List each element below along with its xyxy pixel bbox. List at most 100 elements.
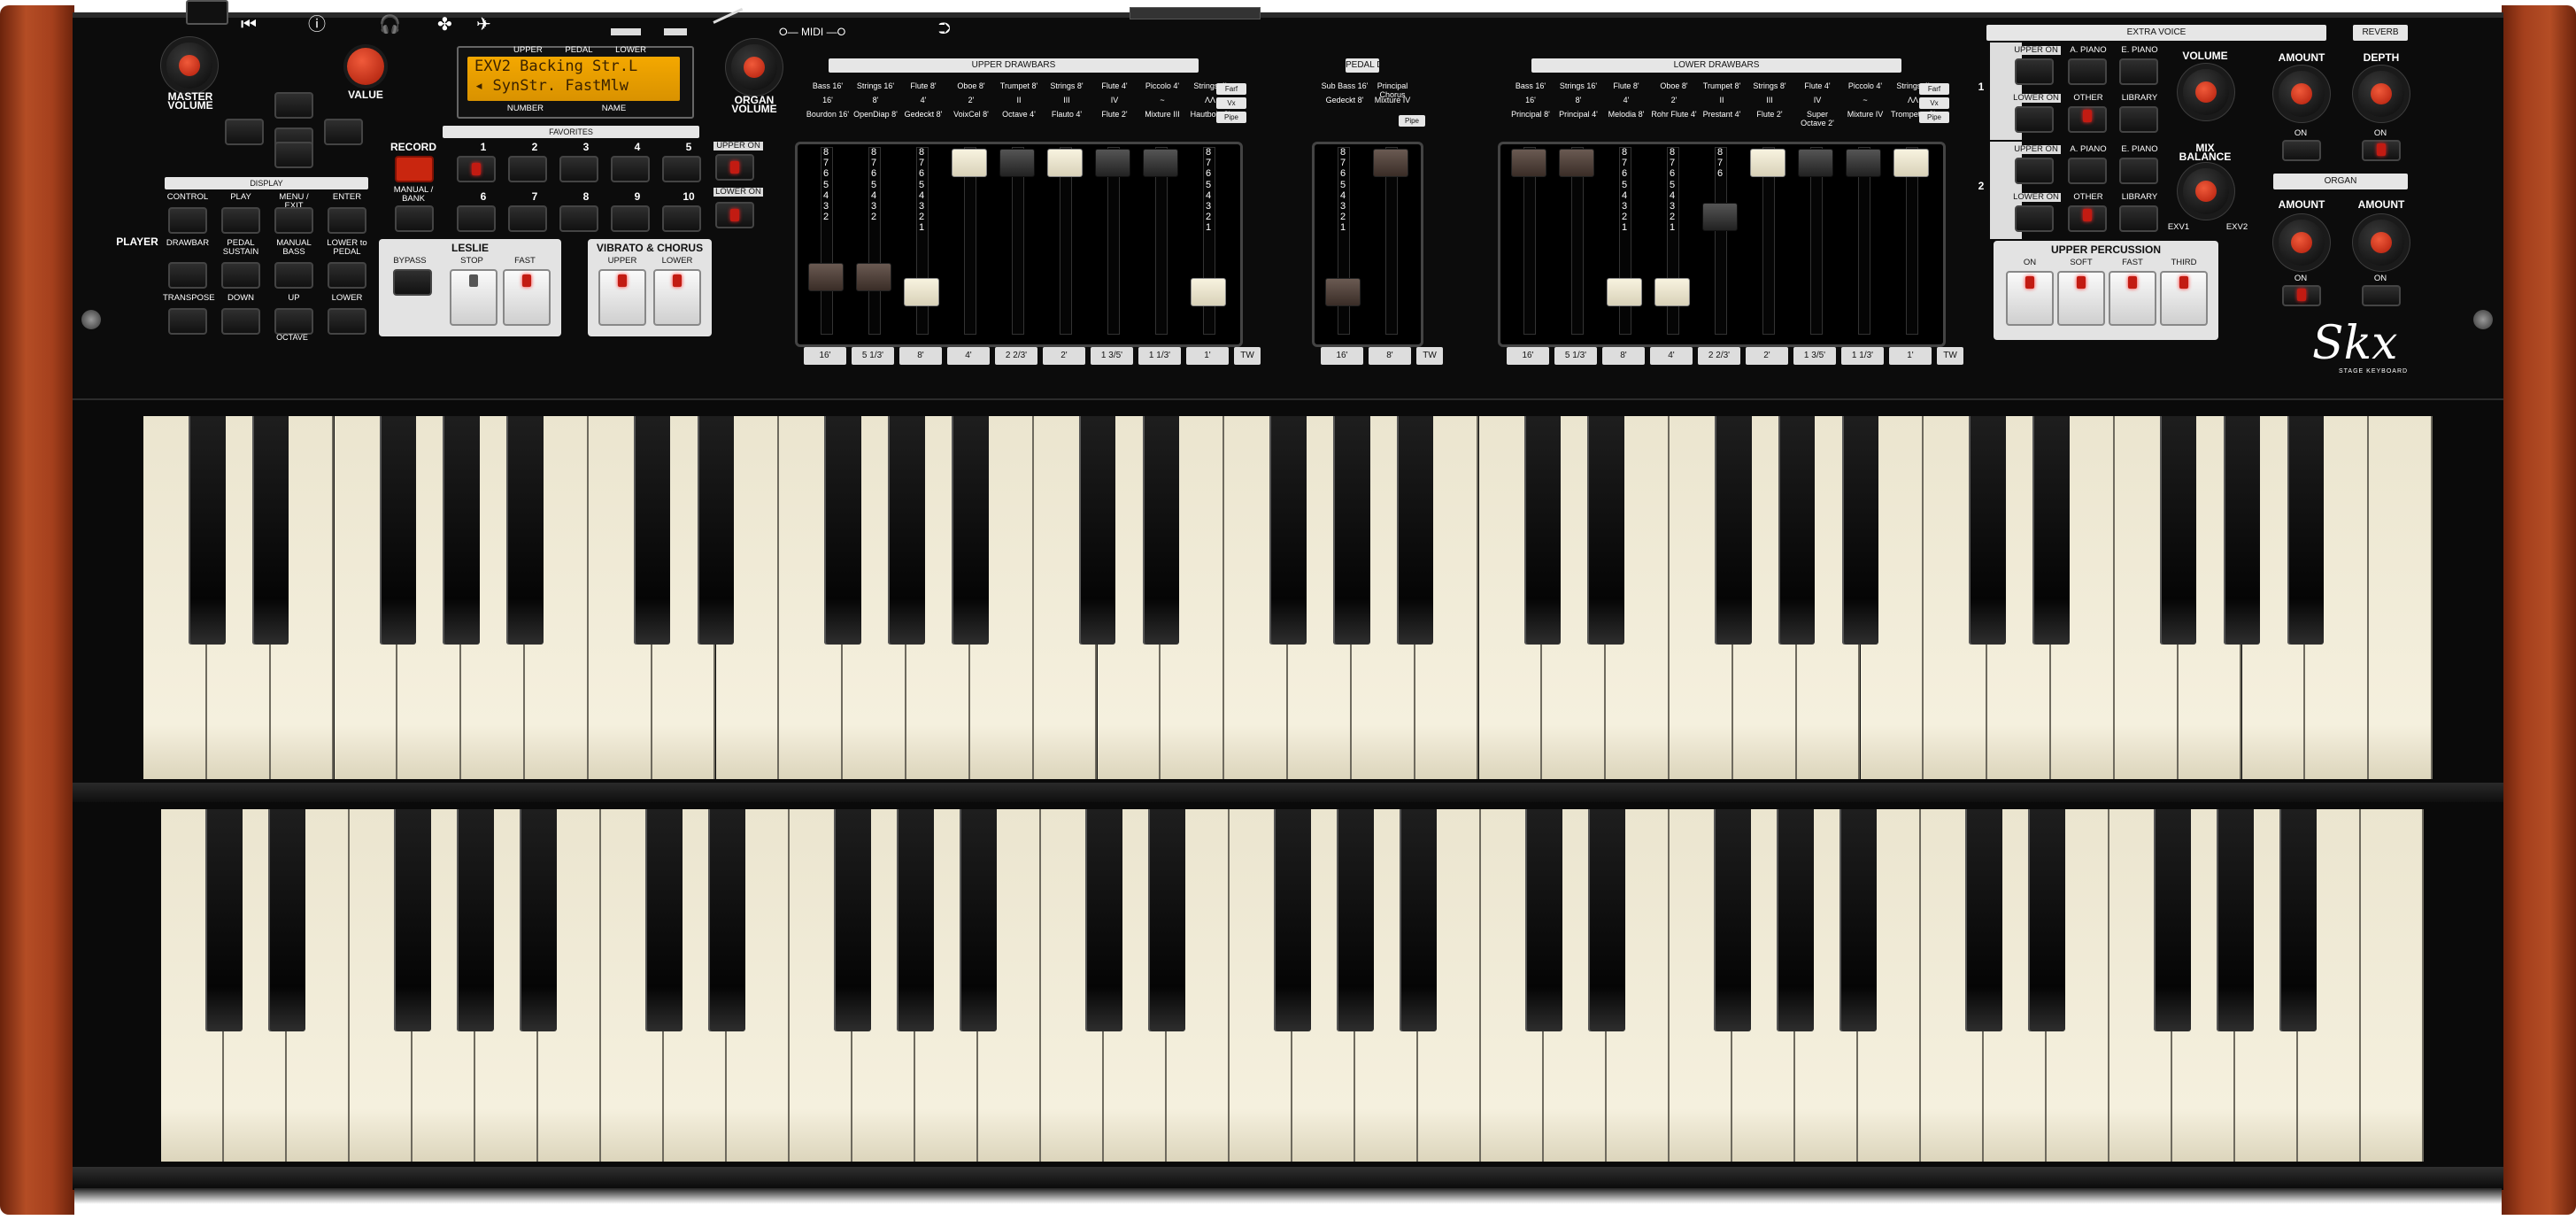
player-0-0-button[interactable] bbox=[168, 207, 207, 234]
player-2-0-button[interactable] bbox=[168, 308, 207, 335]
lower-manual-black-key[interactable] bbox=[520, 809, 557, 1031]
upper-manual-black-key[interactable] bbox=[952, 416, 989, 645]
reverb-depth-knob[interactable] bbox=[2358, 71, 2404, 117]
nav-down-button[interactable] bbox=[274, 142, 313, 168]
upper-drawbars-drawbar-8[interactable] bbox=[1191, 278, 1226, 306]
upper-manual-black-key[interactable] bbox=[697, 416, 735, 645]
lower-manual-black-key[interactable] bbox=[2279, 809, 2317, 1031]
lower-manual-black-key[interactable] bbox=[1839, 809, 1877, 1031]
upper-manual-black-key[interactable] bbox=[633, 416, 671, 645]
player-1-3-button[interactable] bbox=[328, 262, 366, 289]
lower-drawbars-drawbar-1[interactable] bbox=[1559, 149, 1594, 177]
lower-manual-black-key[interactable] bbox=[1714, 809, 1751, 1031]
favorite-6-button[interactable] bbox=[457, 205, 496, 232]
master-volume-knob[interactable] bbox=[166, 42, 212, 89]
player-0-3-button[interactable] bbox=[328, 207, 366, 234]
ev-row-1-upper-on-button[interactable] bbox=[2015, 58, 2054, 85]
lower-drawbars-drawbar-7[interactable] bbox=[1846, 149, 1881, 177]
ev-volume-knob[interactable] bbox=[2183, 69, 2229, 115]
lower-manual-black-key[interactable] bbox=[457, 809, 494, 1031]
lower-drawbars-drawbar-6[interactable] bbox=[1798, 149, 1833, 177]
upper-manual-black-key[interactable] bbox=[1587, 416, 1624, 645]
upper-drawbars-drawbar-4[interactable] bbox=[999, 149, 1035, 177]
upper-manual-black-key[interactable] bbox=[1715, 416, 1752, 645]
lower-manual-black-key[interactable] bbox=[1588, 809, 1625, 1031]
upper-manual-black-key[interactable] bbox=[1078, 416, 1116, 645]
favorite-10-button[interactable] bbox=[662, 205, 701, 232]
lower-manual-black-key[interactable] bbox=[1337, 809, 1374, 1031]
player-1-1-button[interactable] bbox=[221, 262, 260, 289]
lower-manual-black-key[interactable] bbox=[2217, 809, 2254, 1031]
upper-manual-black-key[interactable] bbox=[1269, 416, 1307, 645]
upper-drawbars-drawbar-6[interactable] bbox=[1095, 149, 1130, 177]
reverb-on-button[interactable] bbox=[2282, 140, 2321, 161]
upper-manual-black-key[interactable] bbox=[506, 416, 544, 645]
organ-on2-button[interactable] bbox=[2362, 285, 2401, 306]
lower-manual-black-key[interactable] bbox=[268, 809, 305, 1031]
upper-drawbars-drawbar-7[interactable] bbox=[1143, 149, 1178, 177]
lower-drawbars-drawbar-5[interactable] bbox=[1750, 149, 1785, 177]
lower-manual-black-key[interactable] bbox=[708, 809, 745, 1031]
favorite-4-button[interactable] bbox=[611, 156, 650, 182]
ev-row-2-upper-on-button[interactable] bbox=[2015, 158, 2054, 184]
upper-manual-black-key[interactable] bbox=[251, 416, 289, 645]
upper-manual-black-key[interactable] bbox=[2032, 416, 2070, 645]
upper-manual-black-key[interactable] bbox=[824, 416, 861, 645]
lower-manual-white-key[interactable] bbox=[2361, 809, 2424, 1162]
player-1-2-button[interactable] bbox=[274, 262, 313, 289]
upper-manual-black-key[interactable] bbox=[189, 416, 226, 645]
favorite-3-button[interactable] bbox=[559, 156, 598, 182]
lower-manual-black-key[interactable] bbox=[1085, 809, 1122, 1031]
upper-drawbars-drawbar-2[interactable] bbox=[904, 278, 939, 306]
organ-amount1-knob[interactable] bbox=[2279, 220, 2325, 266]
lower-manual-black-key[interactable] bbox=[1777, 809, 1814, 1031]
nav-left-button[interactable] bbox=[225, 119, 264, 145]
leslie-bypass-button[interactable] bbox=[393, 269, 432, 296]
lower-manual-black-key[interactable] bbox=[1525, 809, 1562, 1031]
upper-manual-black-key[interactable] bbox=[1841, 416, 1879, 645]
favorite-9-button[interactable] bbox=[611, 205, 650, 232]
upper-manual-black-key[interactable] bbox=[1778, 416, 1816, 645]
upper-manual-black-key[interactable] bbox=[1333, 416, 1370, 645]
lower-manual-black-key[interactable] bbox=[1965, 809, 2002, 1031]
value-knob[interactable] bbox=[347, 48, 384, 85]
lower-manual-black-key[interactable] bbox=[645, 809, 683, 1031]
player-0-1-button[interactable] bbox=[221, 207, 260, 234]
lower-manual-black-key[interactable] bbox=[960, 809, 997, 1031]
upper-manual-black-key[interactable] bbox=[2223, 416, 2261, 645]
mix-balance-knob[interactable] bbox=[2183, 168, 2229, 214]
pedal-drawbars-drawbar-0[interactable] bbox=[1325, 278, 1361, 306]
player-0-2-button[interactable] bbox=[274, 207, 313, 234]
ev-row-2-btn-1[interactable] bbox=[2119, 158, 2158, 184]
lower-manual-black-key[interactable] bbox=[2154, 809, 2191, 1031]
upper-manual-black-key[interactable] bbox=[379, 416, 417, 645]
upper-manual-black-key[interactable] bbox=[888, 416, 925, 645]
favorite-5-button[interactable] bbox=[662, 156, 701, 182]
upper-manual-black-key[interactable] bbox=[1142, 416, 1180, 645]
lower-manual-black-key[interactable] bbox=[1400, 809, 1437, 1031]
organ-amount2-knob[interactable] bbox=[2358, 220, 2404, 266]
nav-right-button[interactable] bbox=[324, 119, 363, 145]
ev-row-1-btn-3[interactable] bbox=[2119, 106, 2158, 133]
upper-manual-black-key[interactable] bbox=[2287, 416, 2325, 645]
favorite-2-button[interactable] bbox=[508, 156, 547, 182]
ev-row-2-lower-on-button[interactable] bbox=[2015, 205, 2054, 232]
lower-manual-black-key[interactable] bbox=[1274, 809, 1311, 1031]
lower-drawbars-drawbar-8[interactable] bbox=[1893, 149, 1929, 177]
manual-bank-button[interactable] bbox=[395, 205, 434, 232]
lower-drawbars-drawbar-0[interactable] bbox=[1511, 149, 1546, 177]
ev-row-2-btn-3[interactable] bbox=[2119, 205, 2158, 232]
lower-drawbars-drawbar-4[interactable] bbox=[1702, 203, 1738, 231]
favorite-7-button[interactable] bbox=[508, 205, 547, 232]
upper-manual-black-key[interactable] bbox=[2159, 416, 2197, 645]
upper-manual-black-key[interactable] bbox=[1396, 416, 1434, 645]
upper-manual-white-key[interactable] bbox=[2369, 416, 2433, 779]
ev-row-1-btn-0[interactable] bbox=[2068, 58, 2107, 85]
lower-drawbars-drawbar-2[interactable] bbox=[1607, 278, 1642, 306]
upper-drawbars-drawbar-5[interactable] bbox=[1047, 149, 1083, 177]
nav-up-button[interactable] bbox=[274, 92, 313, 119]
pedal-drawbars-drawbar-1[interactable] bbox=[1373, 149, 1408, 177]
upper-drawbars-drawbar-0[interactable] bbox=[808, 263, 844, 291]
organ-volume-knob[interactable] bbox=[731, 44, 777, 90]
reverb-amount-knob[interactable] bbox=[2279, 71, 2325, 117]
